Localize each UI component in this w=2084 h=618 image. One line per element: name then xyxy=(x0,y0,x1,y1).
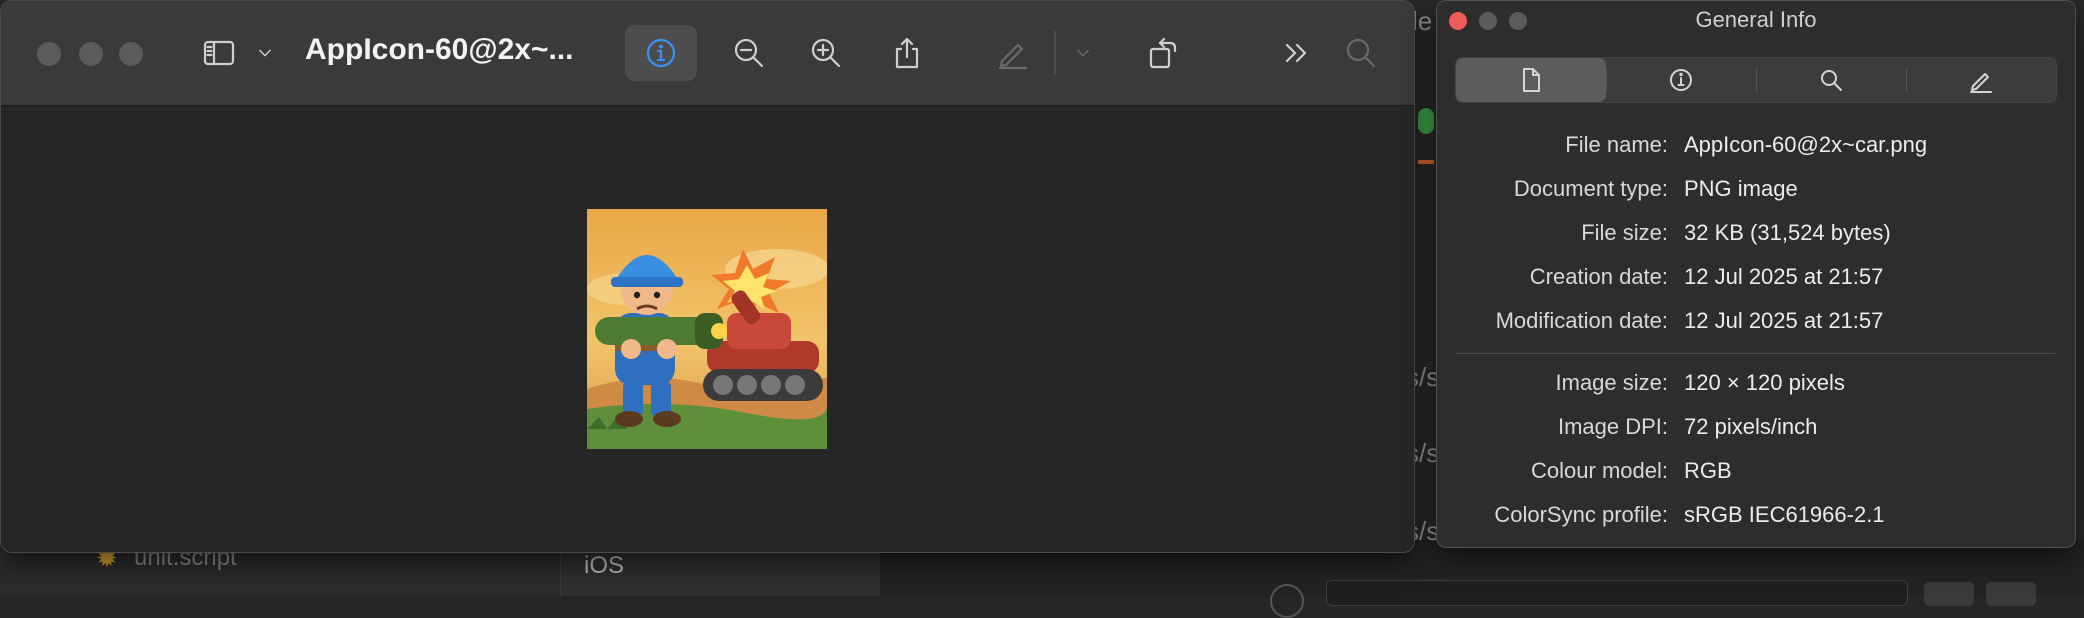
sidebar-menu-button[interactable] xyxy=(243,31,287,75)
info-value: AppIcon-60@2x~car.png xyxy=(1684,132,1928,157)
info-label: Creation date: xyxy=(1529,264,1668,289)
info-label: Colour model: xyxy=(1531,458,1668,483)
info-separator xyxy=(1455,353,2055,354)
sidebar-icon xyxy=(203,40,235,66)
document-icon xyxy=(1523,68,1540,92)
info-row-modification-date: Modification date: 12 Jul 2025 at 21:57 xyxy=(1437,308,2075,338)
info-icon xyxy=(1670,69,1692,91)
background-green-marker xyxy=(1418,108,1434,134)
info-label: Image size: xyxy=(1555,370,1669,395)
app-icon-image xyxy=(587,209,827,449)
info-value: PNG image xyxy=(1684,176,1798,201)
rotate-icon xyxy=(1149,37,1177,69)
search-button[interactable] xyxy=(1339,31,1383,75)
info-value: sRGB IEC61966-2.1 xyxy=(1684,502,1885,527)
preview-window: AppIcon-60@2x~... xyxy=(0,0,1415,553)
tab-divider xyxy=(1756,68,1757,92)
chevron-down-icon xyxy=(1077,49,1089,57)
markup-menu-button[interactable] xyxy=(1061,31,1105,75)
background-button[interactable] xyxy=(1986,582,2036,606)
tab-more-info[interactable] xyxy=(1606,58,1756,102)
tab-keywords[interactable] xyxy=(1756,58,1906,102)
minimize-button[interactable] xyxy=(79,42,103,66)
info-label: ColorSync profile: xyxy=(1494,502,1668,527)
background-text-field[interactable] xyxy=(1326,580,1908,606)
info-row-colour-model: Colour model: RGB xyxy=(1437,458,2075,488)
search-icon xyxy=(1346,38,1376,68)
info-label: File size: xyxy=(1581,220,1668,245)
tab-divider xyxy=(1606,68,1607,92)
tab-general[interactable] xyxy=(1456,58,1606,102)
info-value: 12 Jul 2025 at 21:57 xyxy=(1684,308,1884,333)
get-info-button[interactable] xyxy=(639,31,683,75)
info-row-file-name: File name: AppIcon-60@2x~car.png xyxy=(1437,132,2075,162)
info-row-image-dpi: Image DPI: 72 pixels/inch xyxy=(1437,414,2075,444)
info-value: 12 Jul 2025 at 21:57 xyxy=(1684,264,1884,289)
info-label: Modification date: xyxy=(1495,308,1668,333)
background-text-fragment: le xyxy=(1412,6,1433,36)
pen-icon xyxy=(998,43,1028,70)
info-label: File name: xyxy=(1565,132,1668,157)
tab-divider xyxy=(1906,68,1907,92)
markup-button[interactable] xyxy=(991,31,1035,75)
preview-toolbar: AppIcon-60@2x~... xyxy=(1,1,1414,106)
info-panel-title: General Info xyxy=(1695,7,1817,32)
double-chevron-right-icon xyxy=(1285,43,1307,63)
tab-annotations[interactable] xyxy=(1906,58,2056,102)
sidebar-toggle-button[interactable] xyxy=(197,31,241,75)
zoom-in-icon xyxy=(811,38,841,68)
close-button[interactable] xyxy=(37,42,61,66)
info-row-file-size: File size: 32 KB (31,524 bytes) xyxy=(1437,220,2075,250)
info-label: Document type: xyxy=(1513,176,1668,201)
zoom-out-icon xyxy=(734,38,764,68)
general-info-panel: General Info File name: AppIcon-60@2x~ca… xyxy=(1436,0,2076,548)
info-value: 32 KB (31,524 bytes) xyxy=(1684,220,1891,245)
info-value: 120 × 120 pixels xyxy=(1684,370,1845,395)
background-circle-icon xyxy=(1270,584,1304,618)
background-button[interactable] xyxy=(1924,582,1974,606)
more-button[interactable] xyxy=(1275,31,1319,75)
info-panel-titlebar: General Info xyxy=(1437,1,2075,41)
info-row-image-size: Image size: 120 × 120 pixels xyxy=(1437,370,2075,400)
share-icon xyxy=(895,37,919,69)
info-row-colorsync-profile: ColorSync profile: sRGB IEC61966-2.1 xyxy=(1437,502,2075,532)
info-value: RGB xyxy=(1684,458,1732,483)
info-label: Image DPI: xyxy=(1557,414,1668,439)
window-title: AppIcon-60@2x~... xyxy=(305,33,574,66)
toolbar-separator xyxy=(1054,31,1056,75)
pen-icon xyxy=(1970,73,1992,93)
info-icon xyxy=(646,38,676,68)
zoom-in-button[interactable] xyxy=(804,31,848,75)
search-icon xyxy=(1821,70,1842,91)
info-row-document-type: Document type: PNG image xyxy=(1437,176,2075,206)
chevron-down-icon xyxy=(259,49,271,57)
rotate-button[interactable] xyxy=(1141,31,1185,75)
info-tab-bar xyxy=(1455,57,2057,103)
share-button[interactable] xyxy=(885,31,929,75)
zoom-button[interactable] xyxy=(119,42,143,66)
background-orange-marker xyxy=(1418,160,1434,164)
info-value: 72 pixels/inch xyxy=(1684,414,1818,439)
background-platform-label: iOS xyxy=(584,552,625,579)
info-row-creation-date: Creation date: 12 Jul 2025 at 21:57 xyxy=(1437,264,2075,294)
app-icon-illustration xyxy=(587,209,827,449)
zoom-out-button[interactable] xyxy=(727,31,771,75)
